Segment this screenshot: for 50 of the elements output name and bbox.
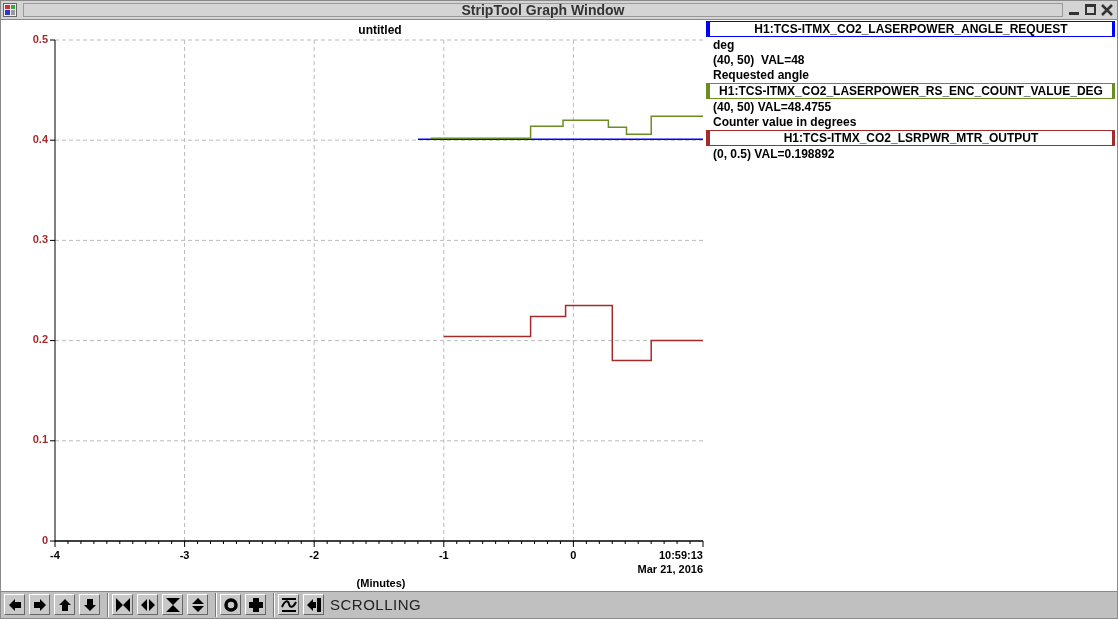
signal-info-text: Counter value in degrees	[712, 114, 857, 130]
signal-info-text: deg	[712, 37, 735, 53]
vertical-outward-triangles-button[interactable]	[187, 594, 208, 616]
minimize-icon[interactable]	[1069, 11, 1079, 15]
arrow-to-bar-icon	[305, 596, 322, 613]
time-label: 10:59:13	[658, 549, 703, 561]
inward-triangles-icon	[114, 596, 131, 613]
vertical-inward-triangles-icon	[164, 596, 181, 613]
y-tick-label: 0.3	[32, 234, 48, 245]
y-tick-label: 0.1	[32, 434, 48, 446]
down-arrow-button[interactable]	[79, 594, 100, 616]
plus-icon	[247, 596, 264, 613]
ring-icon	[222, 596, 239, 613]
signal-info-text: (0, 0.5) VAL=0.198892	[712, 146, 835, 162]
y-tick-label: 0.2	[32, 334, 48, 346]
ring-button[interactable]	[220, 594, 241, 616]
x-tick-label: -2	[309, 549, 320, 561]
wave-icon	[280, 596, 297, 613]
left-arrow-button[interactable]	[4, 594, 25, 616]
outward-triangles-icon	[139, 596, 156, 613]
right-arrow-icon	[31, 596, 48, 613]
window-title: StripTool Graph Window	[461, 2, 625, 17]
right-arrow-button[interactable]	[29, 594, 50, 616]
signal-info-text: (40, 50) VAL=48	[712, 52, 805, 68]
mode-label: SCROLLING	[330, 594, 422, 615]
arrow-to-bar-button[interactable]	[303, 594, 324, 616]
outward-triangles-button[interactable]	[137, 594, 158, 616]
x-axis-title: (Minutes)	[356, 577, 406, 589]
inward-triangles-button[interactable]	[112, 594, 133, 616]
x-tick-label: -3	[179, 549, 190, 561]
signal-name-box[interactable]: H1:TCS-ITMX_CO2_LASERPOWER_ANGLE_REQUEST	[706, 20, 1115, 37]
chart-title: untitled	[358, 22, 402, 37]
plus-button[interactable]	[245, 594, 266, 616]
signal-name-box[interactable]: H1:TCS-ITMX_CO2_LASERPOWER_RS_ENC_COUNT_VALUE_DEG	[706, 82, 1115, 99]
x-tick-label: 0	[570, 549, 577, 561]
signal-info-text: (40, 50) VAL=48.4755	[712, 99, 832, 115]
y-tick-label: 0.5	[32, 33, 48, 45]
date-label: Mar 21, 2016	[637, 563, 703, 575]
signal-name-box[interactable]: H1:TCS-ITMX_CO2_LSRPWR_MTR_OUTPUT	[706, 129, 1115, 146]
y-tick-label: 0	[41, 534, 48, 546]
maximize-icon[interactable]	[1085, 4, 1096, 16]
wave-button[interactable]	[278, 594, 299, 616]
y-tick-label: 0.4	[32, 133, 48, 145]
window-menu-icon[interactable]	[3, 2, 17, 17]
up-arrow-button[interactable]	[54, 594, 75, 616]
close-icon[interactable]	[1101, 3, 1113, 16]
x-tick-label: -4	[50, 549, 60, 561]
x-tick-label: -1	[438, 549, 449, 561]
signal-info-text: Requested angle	[712, 67, 810, 83]
vertical-inward-triangles-button[interactable]	[162, 594, 183, 616]
